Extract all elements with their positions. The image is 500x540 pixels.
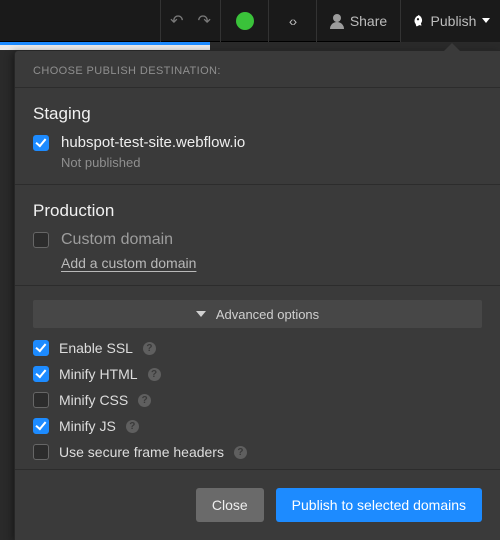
option-label: Enable SSL [59,340,133,356]
staging-checkbox[interactable] [33,135,49,151]
staging-domain-url: hubspot-test-site.webflow.io [61,134,245,151]
share-button[interactable]: Share [316,0,400,42]
staging-domain-row[interactable]: hubspot-test-site.webflow.io [33,134,482,151]
option-label: Minify CSS [59,392,128,408]
option-checkbox[interactable] [33,392,49,408]
popover-footer: Close Publish to selected domains [15,469,500,540]
code-icon: ‹› [289,13,296,29]
staging-status: Not published [61,155,482,170]
option-minify-css[interactable]: Minify CSS ? [33,392,482,408]
custom-domain-checkbox[interactable] [33,232,49,248]
publish-popover: CHOOSE PUBLISH DESTINATION: Staging hubs… [14,50,500,540]
help-icon[interactable]: ? [126,420,139,433]
option-label: Minify JS [59,418,116,434]
person-icon [330,14,344,28]
custom-domain-row[interactable]: Custom domain [33,231,482,249]
share-label: Share [350,13,387,29]
status-indicator[interactable] [220,0,268,42]
rocket-icon [411,14,425,28]
triangle-down-icon [196,311,206,317]
redo-icon[interactable]: ↷ [198,11,211,31]
help-icon[interactable]: ? [234,446,247,459]
option-checkbox[interactable] [33,340,49,356]
help-icon[interactable]: ? [148,368,161,381]
option-checkbox[interactable] [33,418,49,434]
staging-section: Staging hubspot-test-site.webflow.io Not… [15,88,500,170]
production-title: Production [33,201,482,221]
undo-icon[interactable]: ↶ [170,11,183,31]
option-checkbox[interactable] [33,444,49,460]
advanced-options-toggle[interactable]: Advanced options [33,300,482,328]
close-button[interactable]: Close [196,488,264,522]
option-enable-ssl[interactable]: Enable SSL ? [33,340,482,356]
publish-button[interactable]: Publish [400,0,500,42]
production-section: Production Custom domain Add a custom do… [15,185,500,271]
advanced-options-list: Enable SSL ? Minify HTML ? Minify CSS ? … [15,328,500,464]
option-minify-js[interactable]: Minify JS ? [33,418,482,434]
staging-title: Staging [33,104,482,124]
publish-label: Publish [431,13,477,29]
option-secure-frame-headers[interactable]: Use secure frame headers ? [33,444,482,460]
active-tab-indicator [0,42,500,50]
add-custom-domain-link[interactable]: Add a custom domain [61,255,482,271]
chevron-down-icon [482,18,490,23]
help-icon[interactable]: ? [143,342,156,355]
option-minify-html[interactable]: Minify HTML ? [33,366,482,382]
status-ok-icon [236,12,254,30]
publish-selected-button[interactable]: Publish to selected domains [276,488,482,522]
divider [15,285,500,286]
custom-domain-label: Custom domain [61,231,173,249]
option-checkbox[interactable] [33,366,49,382]
top-toolbar: ↶ ↷ ‹› Share Publish [0,0,500,42]
undo-redo-group: ↶ ↷ [160,0,220,42]
help-icon[interactable]: ? [138,394,151,407]
advanced-options-label: Advanced options [216,307,319,322]
option-label: Minify HTML [59,366,138,382]
option-label: Use secure frame headers [59,444,224,460]
code-toggle-button[interactable]: ‹› [268,0,316,42]
popover-header: CHOOSE PUBLISH DESTINATION: [15,51,500,88]
